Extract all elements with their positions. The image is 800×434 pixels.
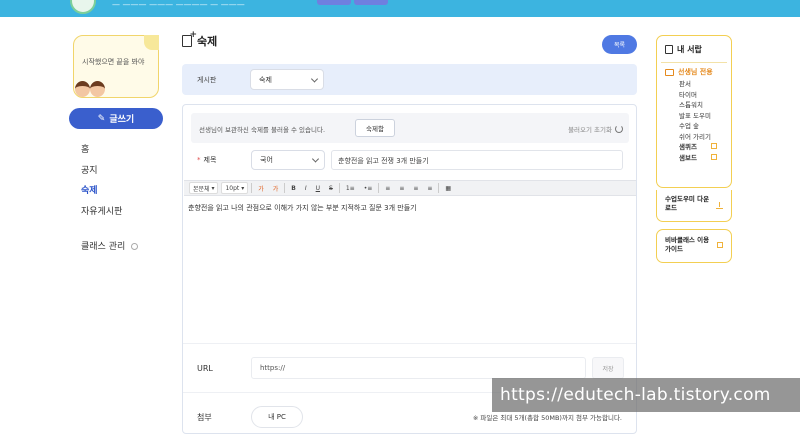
page-fold-icon xyxy=(144,35,159,50)
board-label: 게시판 xyxy=(197,76,217,84)
strike-button[interactable]: S xyxy=(326,182,336,194)
font-size-select[interactable]: 10pt ▾ xyxy=(221,182,249,194)
monitor-icon xyxy=(665,68,674,76)
my-drawer-panel: 내 서랍 선생님 전용 판서 타이머 스톱워치 발표 도우미 수업 숲 쉬어 가… xyxy=(656,35,732,188)
sidebar-item-home[interactable]: 홈 xyxy=(81,142,89,155)
page-title-text: 숙제 xyxy=(197,35,218,48)
attach-note: ※ 파일은 최대 5개(총합 50MB)까지 첨부 가능합니다. xyxy=(472,414,622,422)
top-notice: — ——— ——— ———— — ——— xyxy=(112,0,245,9)
board-select-value: 숙제 xyxy=(259,75,272,84)
tool-stopwatch[interactable]: 스톱워치 xyxy=(657,100,731,111)
page-title: 숙제 xyxy=(182,30,218,49)
tool-timer[interactable]: 타이머 xyxy=(657,90,731,101)
info-message: 선생님이 보관하신 숙제를 불러올 수 있습니다. xyxy=(199,126,326,134)
underline-button[interactable]: U xyxy=(313,182,323,194)
write-button[interactable]: ✎ 글쓰기 xyxy=(69,108,163,129)
sidebar-item-free-board[interactable]: 자유게시판 xyxy=(81,204,122,217)
font-family-select[interactable]: 본문체 ▾ xyxy=(189,182,219,194)
site-logo[interactable] xyxy=(70,0,96,14)
bullet-list-button[interactable]: •≡ xyxy=(361,182,376,194)
top-button-1[interactable] xyxy=(317,0,351,5)
my-pc-button[interactable]: 내 PC xyxy=(251,406,303,428)
tool-board-sam[interactable]: 샘보드 xyxy=(657,153,731,164)
homework-import-bar: 선생님이 보관하신 숙제를 불러올 수 있습니다. 숙제함 불러오기 초기화 xyxy=(191,113,629,143)
align-left-button[interactable]: ≡ xyxy=(382,182,393,194)
top-bar: — ——— ——— ———— — ——— xyxy=(0,0,800,17)
chevron-down-icon xyxy=(310,74,319,83)
watermark: https://edutech-lab.tistory.com xyxy=(492,378,800,412)
title-label: * 제목 xyxy=(197,156,217,164)
reset-label: 불러오기 초기화 xyxy=(568,126,612,134)
title-input[interactable]: 춘향전을 읽고 전쟁 3개 만들기 xyxy=(331,150,623,170)
tool-break[interactable]: 쉬어 가리기 xyxy=(657,132,731,143)
reset-import-button[interactable]: 불러오기 초기화 xyxy=(568,124,623,134)
sidebar-item-homework[interactable]: 숙제 xyxy=(81,183,98,196)
sidebar-item-class-manage[interactable]: 클래스 관리 xyxy=(81,239,139,252)
subject-select[interactable]: 국어 xyxy=(251,150,325,170)
text-color-button[interactable]: 가 xyxy=(255,182,267,194)
attach-label: 첨부 xyxy=(197,413,212,422)
align-center-button[interactable]: ≡ xyxy=(396,182,407,194)
write-button-label: 글쓰기 xyxy=(109,115,135,125)
tool-quiz[interactable]: 샘퀴즈 xyxy=(657,142,731,153)
editor-body[interactable]: 춘향전을 읽고 나의 관점으로 이해가 가지 않는 부분 지적하고 질문 3개 … xyxy=(188,203,417,213)
table-icon[interactable]: ▦ xyxy=(442,182,454,194)
tool-class-forest[interactable]: 수업 숲 xyxy=(657,121,731,132)
pencil-icon: ✎ xyxy=(97,113,106,124)
guide-download-label: 수업도우미 다운로드 xyxy=(665,195,710,212)
external-link-icon xyxy=(710,153,717,160)
homework-box-button[interactable]: 숙제함 xyxy=(355,119,395,137)
new-document-icon xyxy=(182,30,197,47)
board-select[interactable]: 숙제 xyxy=(250,69,324,90)
guide-download-card[interactable]: 수업도우미 다운로드 xyxy=(656,190,732,222)
chevron-down-icon xyxy=(311,155,320,163)
editor-toolbar: 본문체 ▾ 10pt ▾ 가 가 B I U S 1≡ •≡ ≡ ≡ ≡ ≡ ▦ xyxy=(184,180,636,196)
align-justify-button[interactable]: ≡ xyxy=(424,182,435,194)
book-icon xyxy=(665,45,673,54)
usage-guide-label: 비바클래스 이용가이드 xyxy=(665,236,710,253)
sidebar-item-notice[interactable]: 공지 xyxy=(81,163,98,176)
list-button[interactable]: 목록 xyxy=(602,35,637,54)
my-drawer-title: 내 서랍 xyxy=(657,36,731,55)
promo-text: 시작했으면 끝을 봐야 xyxy=(82,58,145,66)
usage-guide-card[interactable]: 비바클래스 이용가이드 xyxy=(656,229,732,263)
url-label: URL xyxy=(197,364,213,373)
subject-select-value: 국어 xyxy=(260,156,273,164)
url-save-button[interactable]: 저장 xyxy=(592,357,624,379)
external-link-icon xyxy=(717,242,723,248)
url-input[interactable]: https:// xyxy=(251,357,586,379)
tool-board[interactable]: 판서 xyxy=(657,79,731,90)
highlight-button[interactable]: 가 xyxy=(270,182,282,194)
class-manage-label: 클래스 관리 xyxy=(81,242,126,252)
align-right-button[interactable]: ≡ xyxy=(410,182,421,194)
italic-button[interactable]: I xyxy=(302,182,310,194)
ordered-list-button[interactable]: 1≡ xyxy=(343,182,358,194)
gear-icon xyxy=(131,243,139,250)
teacher-only-title: 선생님 전용 xyxy=(657,67,731,77)
external-link-icon xyxy=(710,143,717,149)
board-select-bar: 게시판 숙제 xyxy=(182,64,637,95)
bold-button[interactable]: B xyxy=(288,182,299,194)
kids-illustration xyxy=(73,73,113,99)
tool-presenter[interactable]: 발표 도우미 xyxy=(657,111,731,122)
refresh-icon xyxy=(615,125,623,133)
top-button-2[interactable] xyxy=(354,0,388,5)
download-icon xyxy=(716,202,723,209)
